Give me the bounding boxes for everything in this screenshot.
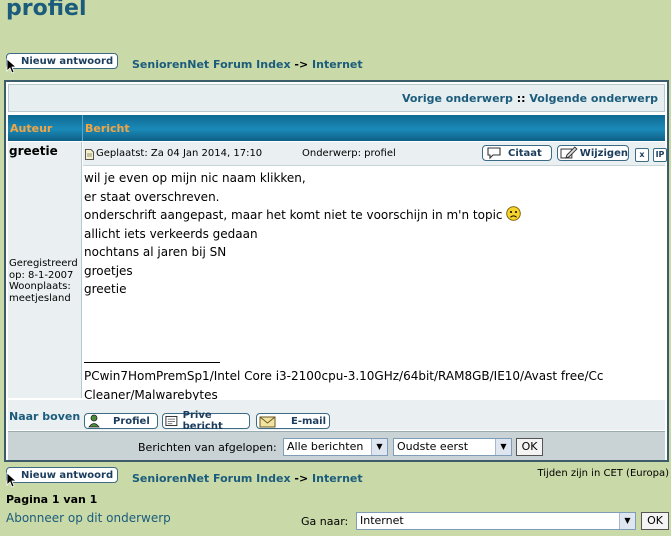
breadcrumb-bottom: SeniorenNet Forum Index -> Internet: [132, 472, 363, 485]
breadcrumb-separator: ->: [294, 472, 309, 485]
profile-button[interactable]: Profiel: [84, 413, 158, 429]
new-reply-button[interactable]: Nieuw antwoord: [6, 53, 118, 74]
next-topic-link[interactable]: Volgende onderwerp: [529, 92, 658, 105]
private-message-icon: [165, 415, 178, 427]
jump-label: Ga naar:: [301, 515, 349, 528]
timezone-note: Tijden zijn in CET (Europa): [537, 468, 669, 479]
breadcrumb-forum[interactable]: Internet: [312, 472, 363, 485]
breadcrumb: SeniorenNet Forum Index -> Internet: [132, 58, 363, 71]
previous-topic-link[interactable]: Vorige onderwerp: [402, 92, 513, 105]
jump-select[interactable]: Internet ▼: [356, 512, 636, 530]
author-detail-line: op: 8-1-2007: [9, 269, 74, 281]
post-subject: Onderwerp: profiel: [302, 148, 396, 159]
jump-select-value: Internet: [360, 514, 404, 527]
chevron-down-icon: ▼: [619, 513, 635, 529]
post-footer: Naar boven Profiel Prive bericht E-mail: [8, 400, 665, 432]
message-column-header: Bericht: [85, 122, 130, 135]
breadcrumb-forum[interactable]: Internet: [312, 58, 363, 71]
author-detail-line: Geregistreerd: [9, 258, 78, 269]
edit-button[interactable]: Wijzigen: [557, 145, 629, 161]
subscribe-link[interactable]: Abonneer op dit onderwerp: [6, 511, 171, 525]
message-line: allicht iets verkeerds gedaan: [84, 226, 258, 241]
author-details: Geregistreerd op: 8-1-2007 Woonplaats: m…: [9, 258, 78, 304]
edit-icon: [560, 146, 578, 159]
topic-table: Vorige onderwerp :: Volgende onderwerp A…: [4, 80, 669, 462]
quote-icon: [487, 147, 501, 160]
post-message: wil je even op mijn nic naam klikken, er…: [84, 169, 522, 299]
author-detail-line: Woonplaats:: [9, 281, 71, 292]
signature-divider: [84, 362, 220, 363]
chevron-down-icon: ▼: [371, 439, 387, 455]
quote-label: Citaat: [508, 147, 542, 159]
message-line: onderschrift aangepast, maar het komt ni…: [84, 208, 503, 222]
new-reply-button-bottom[interactable]: Nieuw antwoord: [6, 467, 118, 488]
topic-navigation: Vorige onderwerp :: Volgende onderwerp: [8, 84, 665, 112]
new-reply-label: Nieuw antwoord: [21, 469, 114, 481]
author-panel: greetie Geregistreerd op: 8-1-2007 Woonp…: [8, 142, 82, 398]
profile-label: Profiel: [113, 415, 150, 427]
post-body: Geplaatst: Za 04 Jan 2014, 17:10 Onderwe…: [83, 142, 667, 402]
post-author: greetie: [9, 144, 58, 158]
breadcrumb-separator: ->: [294, 58, 309, 71]
order-select[interactable]: Oudste eerst ▼: [393, 438, 512, 456]
message-line: er staat overschreven.: [84, 189, 220, 204]
quote-button[interactable]: Citaat: [482, 145, 552, 161]
ip-button[interactable]: IP: [653, 148, 667, 162]
breadcrumb-forum-index[interactable]: SeniorenNet Forum Index: [132, 58, 291, 71]
profile-icon: [88, 414, 100, 428]
period-label: Berichten van afgelopen:: [138, 441, 277, 454]
private-message-button[interactable]: Prive bericht: [162, 410, 250, 432]
sad-smiley-icon: [506, 206, 522, 221]
display-options: Berichten van afgelopen: Alle berichten …: [8, 431, 665, 460]
email-icon: [259, 416, 276, 428]
message-line: nochtans al jaren bij SN: [84, 245, 227, 259]
page-title: profiel: [6, 0, 87, 21]
back-to-top-link[interactable]: Naar boven: [9, 410, 80, 423]
order-select-value: Oudste eerst: [397, 440, 469, 453]
jump-ok-button[interactable]: OK: [641, 512, 669, 530]
email-button[interactable]: E-mail: [256, 413, 330, 429]
delete-button[interactable]: x: [635, 148, 649, 162]
breadcrumb-forum-index[interactable]: SeniorenNet Forum Index: [132, 472, 291, 485]
message-line: groetjes: [84, 263, 133, 278]
email-label: E-mail: [291, 415, 327, 427]
delete-icon: x: [639, 150, 645, 159]
edit-label: Wijzigen: [579, 147, 628, 159]
message-line-with-smiley: onderschrift aangepast, maar het komt ni…: [84, 206, 522, 225]
message-line: greetie: [84, 282, 127, 296]
period-select-value: Alle berichten: [287, 440, 364, 453]
period-select[interactable]: Alle berichten ▼: [283, 438, 388, 456]
cursor-icon: [6, 472, 18, 488]
post-date: Geplaatst: Za 04 Jan 2014, 17:10: [96, 148, 263, 159]
new-reply-label: Nieuw antwoord: [21, 55, 114, 67]
message-line: wil je even op mijn nic naam klikken,: [84, 171, 306, 185]
author-detail-line: meetjesland: [9, 292, 71, 304]
filter-ok-button[interactable]: OK: [516, 438, 543, 456]
pagination: Pagina 1 van 1: [6, 493, 98, 506]
chevron-down-icon: ▼: [495, 439, 511, 455]
cursor-icon: [6, 58, 18, 74]
post-signature: PCwin7HomPremSp1/Intel Core i3-2100cpu-3…: [84, 367, 604, 404]
author-column-header: Auteur: [10, 122, 53, 135]
table-header: Auteur Bericht: [8, 115, 665, 141]
post-header: Geplaatst: Za 04 Jan 2014, 17:10 Onderwe…: [83, 142, 667, 166]
ip-label: IP: [655, 150, 665, 159]
private-message-label: Prive bericht: [182, 410, 223, 432]
signature-line: PCwin7HomPremSp1/Intel Core i3-2100cpu-3…: [84, 369, 604, 383]
topic-nav-separator: ::: [516, 92, 526, 105]
post-icon: [85, 149, 94, 160]
